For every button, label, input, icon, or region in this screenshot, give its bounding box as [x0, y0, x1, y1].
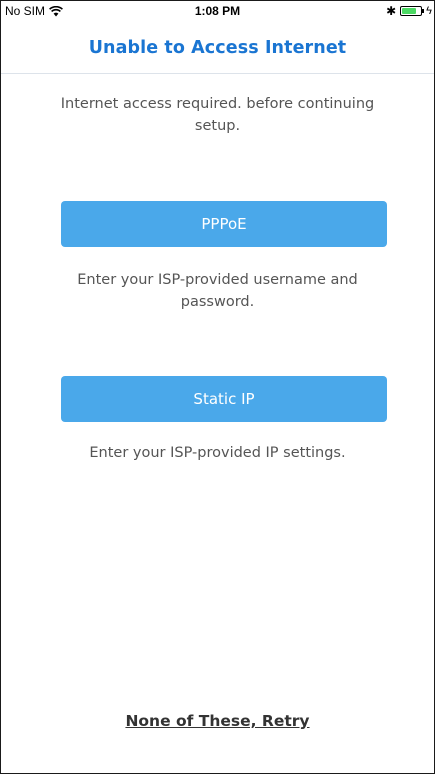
- status-right: ✱ ϟ: [386, 4, 432, 18]
- page-title: Unable to Access Internet: [88, 38, 347, 58]
- static-ip-button[interactable]: Static IP: [61, 376, 387, 422]
- static-ip-description: Enter your ISP-provided IP settings.: [89, 445, 346, 461]
- app-screen: No SIM 1:08 PM ✱ ϟ Unable to Access Inte…: [0, 0, 435, 774]
- pppoe-button[interactable]: PPPoE: [61, 201, 387, 247]
- battery-icon: [400, 6, 425, 16]
- retry-link[interactable]: None of These, Retry: [1, 712, 434, 730]
- page-header: Unable to Access Internet: [1, 23, 434, 74]
- status-time: 1:08 PM: [194, 4, 241, 18]
- intro-text: Internet access required. before continu…: [60, 96, 375, 134]
- battery-level: [402, 8, 417, 14]
- bluetooth-icon: ✱: [386, 4, 397, 18]
- pppoe-description: Enter your ISP-provided username and pas…: [77, 272, 358, 310]
- battery-tip: [422, 9, 425, 13]
- charging-icon: ϟ: [426, 5, 432, 17]
- status-bar: No SIM 1:08 PM ✱ ϟ: [1, 1, 434, 23]
